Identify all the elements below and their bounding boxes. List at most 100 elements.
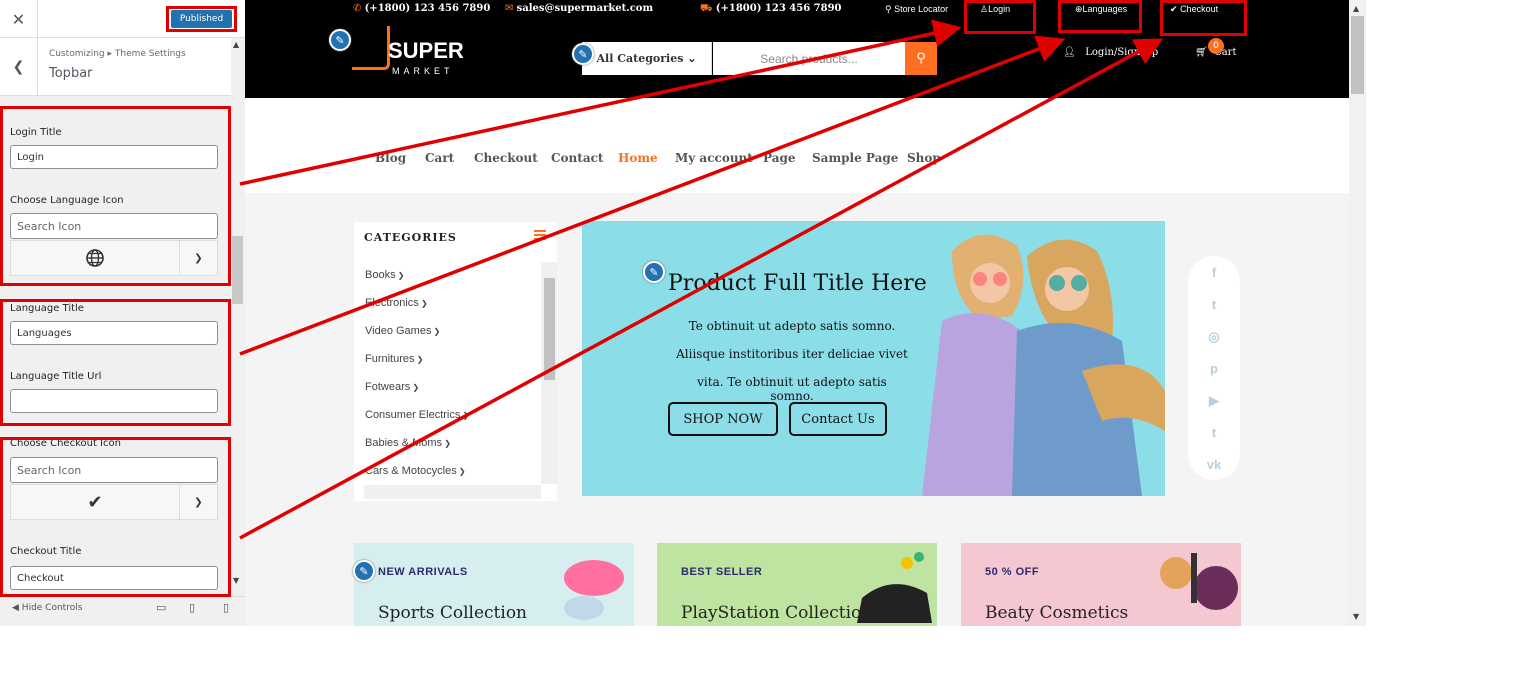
nav-item-cart[interactable]: Cart	[425, 151, 454, 165]
nav-item-contact[interactable]: Contact	[551, 151, 603, 165]
search-button[interactable]: ⚲	[905, 42, 937, 75]
preview-scrollbar-thumb[interactable]	[1351, 16, 1364, 94]
scroll-up-icon[interactable]: ▲	[1353, 4, 1359, 13]
chevron-down-icon[interactable]: ❯	[179, 241, 217, 275]
scroll-up-icon[interactable]: ▲	[233, 40, 239, 49]
checkout-icon-search[interactable]: Search Icon	[10, 457, 218, 483]
sidebar-header: ✕ Published	[0, 0, 245, 38]
main-nav	[245, 98, 1350, 193]
contact-us-button[interactable]: Contact Us	[789, 402, 887, 436]
promo-card[interactable]: BEST SELLER PlayStation Collection	[657, 543, 937, 626]
nav-item-checkout[interactable]: Checkout	[474, 151, 538, 165]
truck-icon: ⛟	[700, 3, 713, 14]
mobile-icon[interactable]: ▯	[223, 601, 229, 614]
close-icon[interactable]: ✕	[0, 0, 38, 38]
screen: ✕ Published ❮ Customizing ▸ Theme Settin…	[0, 0, 1517, 676]
category-item[interactable]: Furnitures ❯	[365, 353, 423, 365]
promo-card[interactable]: 50 % OFF Beaty Cosmetics	[961, 543, 1241, 626]
banner-line: Te obtinuit ut adepto satis somno.	[688, 319, 896, 333]
language-title-input[interactable]: Languages	[10, 321, 218, 345]
logo-cart-icon	[352, 26, 390, 70]
customizer-sidebar: ✕ Published ❮ Customizing ▸ Theme Settin…	[0, 0, 245, 626]
topbar-phone-1: ✆ (+1800) 123 456 7890	[353, 3, 490, 14]
login-title-input[interactable]: Login	[10, 145, 218, 169]
edit-shortcut-icon[interactable]: ✎	[643, 261, 665, 283]
language-url-input[interactable]	[10, 389, 218, 413]
hide-controls-button[interactable]: ◀ Hide Controls	[12, 603, 82, 613]
product-search-input[interactable]: Search products...	[713, 42, 905, 75]
logo-text[interactable]: SUPER	[388, 38, 464, 64]
cart-count-badge: 0	[1208, 38, 1224, 54]
logo-subtext: MARKET	[392, 66, 454, 76]
instagram-icon[interactable]: ◎	[1188, 329, 1240, 345]
category-scrollbar-thumb[interactable]	[544, 278, 555, 380]
desktop-icon[interactable]: ▭	[156, 601, 166, 614]
phone-2-text: (+1800) 123 456 7890	[715, 3, 842, 14]
facebook-icon[interactable]: f	[1188, 265, 1240, 280]
site-preview: ✆ (+1800) 123 456 7890 ✉ sales@supermark…	[245, 0, 1350, 626]
chevron-right-icon: ❯	[460, 411, 470, 420]
topbar-login[interactable]: ♙Login	[980, 4, 1010, 15]
categories-title: CATEGORIES	[364, 231, 457, 244]
category-select[interactable]: All Categories ⌄	[582, 42, 712, 75]
topbar-languages-text: Languages	[1082, 4, 1128, 14]
language-icon-search[interactable]: Search Icon	[10, 213, 218, 239]
store-locator-text: Store Locator	[894, 4, 949, 14]
pin-icon: ⚲	[885, 4, 892, 14]
published-button[interactable]: Published	[171, 10, 232, 28]
language-title-label: Language Title	[10, 303, 84, 314]
edit-shortcut-icon[interactable]: ✎	[572, 43, 594, 65]
checkout-title-input[interactable]: Checkout	[10, 566, 218, 590]
user-icon: ♙	[980, 4, 989, 14]
tablet-icon[interactable]: ▯	[189, 601, 195, 614]
nav-item-home[interactable]: Home	[618, 151, 658, 165]
vk-icon[interactable]: vk	[1188, 457, 1240, 472]
category-item[interactable]: Cars & Motocycles ❯	[365, 465, 466, 477]
promo-title: PlayStation Collection	[681, 603, 873, 623]
checkout-icon-picker[interactable]: ✔ ❯	[10, 484, 218, 520]
category-h-scrollbar[interactable]	[364, 485, 541, 499]
category-item[interactable]: Babies & Moms ❯	[365, 437, 451, 449]
edit-shortcut-icon[interactable]: ✎	[329, 29, 351, 51]
promo-card[interactable]: NEW ARRIVALS Sports Collection	[354, 543, 634, 626]
scroll-down-icon[interactable]: ▼	[233, 576, 239, 585]
globe-icon: ⊕	[1075, 4, 1083, 14]
nav-item-blog[interactable]: Blog	[375, 151, 406, 165]
check-icon: ✔	[87, 491, 103, 513]
category-item[interactable]: Fotwears ❯	[365, 381, 419, 393]
sidebar-scrollbar-thumb[interactable]	[232, 236, 243, 304]
category-item[interactable]: Consumer Electrics ❯	[365, 409, 469, 421]
topbar-checkout-text: Checkout	[1180, 4, 1219, 14]
chevron-down-icon[interactable]: ❯	[179, 485, 217, 519]
topbar-languages[interactable]: ⊕Languages	[1075, 4, 1127, 15]
edit-shortcut-icon[interactable]: ✎	[353, 560, 375, 582]
promo-title: Sports Collection	[378, 603, 527, 623]
topbar-store-locator[interactable]: ⚲ Store Locator	[885, 4, 948, 15]
category-item-label: Video Games	[365, 325, 432, 337]
category-item-label: Consumer Electrics	[365, 409, 461, 421]
youtube-icon[interactable]: ▶	[1188, 393, 1240, 409]
language-url-label: Language Title Url	[10, 371, 102, 382]
nav-item-shop[interactable]: Shop	[907, 151, 941, 165]
category-item[interactable]: Books ❯	[365, 269, 405, 281]
back-chevron-icon[interactable]: ❮	[0, 38, 38, 95]
nav-item-page[interactable]: Page	[763, 151, 796, 165]
pinterest-icon[interactable]: p	[1188, 361, 1240, 376]
menu-icon[interactable]	[534, 230, 546, 240]
sidebar-scrollbar[interactable]	[231, 38, 245, 583]
scroll-down-icon[interactable]: ▼	[1353, 612, 1359, 621]
tumblr-icon[interactable]: t	[1188, 425, 1240, 440]
language-icon-picker[interactable]: ❯	[10, 240, 218, 276]
category-item-label: Electronics	[365, 297, 419, 309]
promo-product-image	[857, 552, 932, 623]
category-item[interactable]: Video Games ❯	[365, 325, 440, 337]
nav-item-sample-page[interactable]: Sample Page	[812, 151, 898, 165]
topbar-checkout[interactable]: ✔ Checkout	[1170, 4, 1218, 15]
phone-1-text: (+1800) 123 456 7890	[364, 3, 491, 14]
twitter-icon[interactable]: t	[1188, 297, 1240, 312]
header-login-signup[interactable]: 👤︎ Login/Sign Up	[1063, 47, 1158, 58]
shop-now-button[interactable]: SHOP NOW	[668, 402, 778, 436]
nav-item-my-account[interactable]: My account	[675, 151, 753, 165]
category-item[interactable]: Electronics ❯	[365, 297, 428, 309]
topbar-email[interactable]: ✉ sales@supermarket.com	[505, 3, 653, 14]
